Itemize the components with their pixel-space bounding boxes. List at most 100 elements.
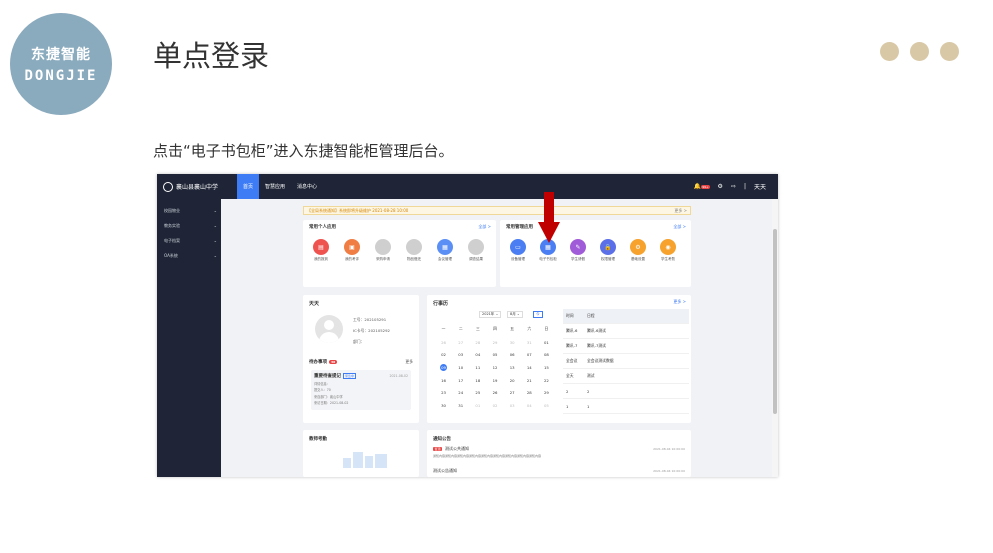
personal-apps-card: 常用个人应用 全部 > ▤ 我的报到 ▣ 我的考评 采购申请 物品借还 ▦ 会议管理 调查结果 [303, 220, 496, 287]
sidebar-item-campus[interactable]: 校园物业 ⌄ [157, 203, 221, 218]
todo-title-text: 待办事项 [309, 360, 327, 365]
calendar-day[interactable]: 06 [504, 348, 521, 361]
calendar-day[interactable]: 01 [538, 336, 555, 349]
logout-icon[interactable]: ⇨ [731, 183, 736, 190]
app-tile[interactable]: 采购申请 [371, 239, 395, 262]
scrollbar-thumb[interactable] [773, 229, 777, 414]
schedule-row[interactable]: 22 [563, 384, 689, 399]
schedule-row[interactable]: 腾讯-6 腾讯-6测试 [563, 324, 689, 339]
chevron-down-icon: ⌄ [213, 253, 217, 258]
attendance-card: 教师考勤 [303, 430, 419, 477]
calendar-day[interactable]: 30 [504, 336, 521, 349]
calendar-day[interactable]: 03 [504, 399, 521, 412]
app-tile[interactable]: ⚙ 基础设置 [626, 239, 650, 262]
profile-card: 天天 工号：202105291 IC卡号：202105292 部门： 待办事项 3… [303, 295, 419, 423]
calendar-day[interactable]: 16 [435, 374, 452, 387]
school-logo[interactable]: 襄山县襄山中学 [157, 181, 237, 192]
notify-item[interactable]: 置顶 测试公共通知 2021-08-04 10:00:00 通知内容通知内容通知… [433, 446, 685, 458]
calendar-day[interactable]: 12 [486, 361, 503, 374]
app-tile[interactable]: ▣ 我的考评 [340, 239, 364, 262]
calendar-day[interactable]: 02 [486, 399, 503, 412]
schedule-row[interactable]: 全会议 全会议测试数据 [563, 354, 689, 369]
calendar-day[interactable]: 01 [469, 399, 486, 412]
app-tile[interactable]: 调查结果 [464, 239, 488, 262]
calendar-day[interactable]: 21 [521, 374, 538, 387]
calendar-day[interactable]: 18 [469, 374, 486, 387]
avatar [315, 315, 343, 343]
sidebar-item-archive[interactable]: 电子档案 ⌄ [157, 233, 221, 248]
todo-more-link[interactable]: 更多 [405, 359, 413, 365]
calendar-day[interactable]: 04 [521, 399, 538, 412]
calendar-day[interactable]: 27 [504, 386, 521, 399]
calendar-day[interactable]: 02 [435, 348, 452, 361]
calendar-day[interactable]: 26 [435, 336, 452, 349]
todo-item-tag: 紧急中 [343, 373, 357, 379]
notice-bar[interactable]: 【全局系统通知】系统即将升级维护 2021-08-28 10:00 更多 > [303, 206, 691, 215]
calendar-day[interactable]: 03 [452, 348, 469, 361]
calendar-day[interactable]: 05 [486, 348, 503, 361]
calendar-day[interactable]: 25 [469, 386, 486, 399]
todo-item-line: 来自部门：襄山中学 [314, 394, 343, 399]
app-tile[interactable]: ▭ 设备管理 [506, 239, 530, 262]
calendar-day[interactable]: 13 [504, 361, 521, 374]
notify-item[interactable]: 测试公告通知 2021-08-04 10:00:00 [433, 468, 685, 474]
notice-more-link[interactable]: 更多 > [674, 208, 687, 214]
calendar-day[interactable]: 29 [538, 386, 555, 399]
settings-icon[interactable]: ⚙ [718, 183, 723, 190]
calendar-day[interactable]: 31 [452, 399, 469, 412]
chevron-down-icon: ⌄ [213, 238, 217, 243]
calendar-day[interactable]: 17 [452, 374, 469, 387]
nav-messages[interactable]: 消息中心 [291, 174, 323, 199]
calendar-day[interactable]: 30 [435, 399, 452, 412]
app-tile[interactable]: ◉ 学生考勤 [656, 239, 680, 262]
calendar-day[interactable]: 10 [452, 361, 469, 374]
calendar-more[interactable]: 更多 > [673, 299, 686, 305]
scrollbar[interactable] [772, 199, 778, 477]
sidebar-item-teaching[interactable]: 教务实验 ⌄ [157, 218, 221, 233]
mgmt-apps-more[interactable]: 全部 > [673, 224, 686, 230]
calendar-day-today[interactable]: 09 [435, 361, 452, 374]
app-tile[interactable]: ✎ 学生请假 [566, 239, 590, 262]
app-tile[interactable]: ▤ 我的报到 [309, 239, 333, 262]
calendar-day[interactable]: 05 [538, 399, 555, 412]
year-select[interactable]: 2021年 ⌄ [479, 311, 502, 318]
month-select[interactable]: 8月 ⌄ [507, 311, 523, 318]
personal-apps-more[interactable]: 全部 > [478, 224, 491, 230]
calendar-day[interactable]: 31 [521, 336, 538, 349]
calendar-day[interactable]: 15 [538, 361, 555, 374]
todo-item[interactable]: 重要待查提记 紧急中 2021-08-02 详情信息： 提交人：70 来自部门：… [311, 370, 411, 410]
calendar-day[interactable]: 23 [435, 386, 452, 399]
schedule-row[interactable]: 腾讯-7 腾讯-7测试 [563, 339, 689, 354]
divider: | [743, 183, 746, 190]
calendar-day[interactable]: 08 [538, 348, 555, 361]
calendar-day[interactable]: 28 [469, 336, 486, 349]
calendar-day[interactable]: 29 [486, 336, 503, 349]
calendar-day[interactable]: 14 [521, 361, 538, 374]
notify-item-head: 测试公告通知 2021-08-04 10:00:00 [433, 468, 685, 474]
top-right-tools: 🔔99+ ⚙ ⇨ | 天天 [694, 182, 778, 191]
calendar-day[interactable]: 20 [504, 374, 521, 387]
app-tile[interactable]: 物品借还 [402, 239, 426, 262]
schedule-row[interactable]: 11 [563, 399, 689, 414]
app-tile[interactable]: 🔒 权限管理 [596, 239, 620, 262]
notify-item-body: 通知内容通知内容通知内容通知内容通知内容通知内容通知内容通知内容通知内容 [433, 454, 542, 458]
calendar-day[interactable]: 22 [538, 374, 555, 387]
calendar-day[interactable]: 26 [486, 386, 503, 399]
calendar-day[interactable]: 04 [469, 348, 486, 361]
top-nav: 首页 智慧应用 消息中心 [237, 174, 323, 199]
bell-icon[interactable]: 🔔99+ [694, 183, 710, 190]
user-name[interactable]: 天天 [754, 182, 766, 191]
sidebar-item-oa[interactable]: OA系统 ⌄ [157, 248, 221, 263]
calendar-day[interactable]: 11 [469, 361, 486, 374]
calendar-day[interactable]: 24 [452, 386, 469, 399]
calendar-day[interactable]: 28 [521, 386, 538, 399]
blank-icon [406, 239, 422, 255]
calendar-day[interactable]: 27 [452, 336, 469, 349]
app-tile[interactable]: ▦ 会议管理 [433, 239, 457, 262]
nav-home[interactable]: 首页 [237, 174, 260, 199]
calendar-day[interactable]: 19 [486, 374, 503, 387]
schedule-row[interactable]: 全天 测试 [563, 369, 689, 384]
nav-smart-apps[interactable]: 智慧应用 [259, 174, 291, 199]
calendar-day[interactable]: 07 [521, 348, 538, 361]
today-button[interactable]: 今 [533, 311, 543, 318]
